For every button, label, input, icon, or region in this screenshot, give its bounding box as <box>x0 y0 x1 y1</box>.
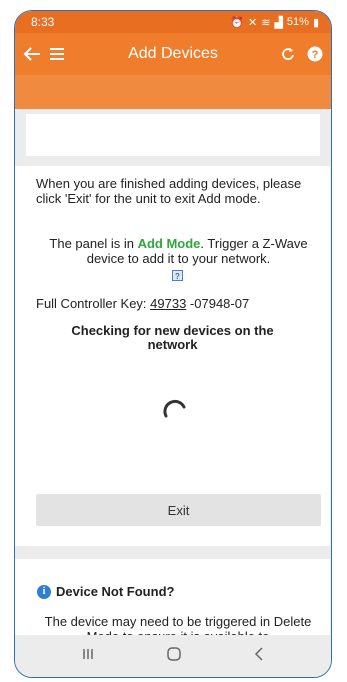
battery-icon: ▮ <box>312 16 319 29</box>
panel-mode-message: The panel is in Add Mode. Trigger a Z-Wa… <box>36 236 321 266</box>
status-time: 8:33 <box>31 15 55 29</box>
status-icons: ⏰ ✕ ≋ ▟ 51% ▮ <box>230 16 319 29</box>
android-nav-bar <box>15 635 331 677</box>
page-title: Add Devices <box>128 45 218 62</box>
refresh-icon[interactable] <box>281 47 295 61</box>
controller-key-line: Full Controller Key: 49733 -07948-07 <box>36 296 249 311</box>
app-bar: Add Devices ? <box>15 33 331 75</box>
controller-key-label: Full Controller Key: <box>36 296 151 311</box>
loading-spinner-icon <box>161 396 189 424</box>
signal-icon: ▟ <box>274 16 283 29</box>
hamburger-menu-icon[interactable] <box>49 47 65 61</box>
help-icon[interactable]: ? <box>307 46 323 62</box>
add-mode-instructions: When you are finished adding devices, pl… <box>36 176 302 206</box>
wifi-icon: ≋ <box>261 16 271 29</box>
mute-icon: ✕ <box>248 16 258 29</box>
checking-status-text: Checking for new devices on the network <box>71 323 274 352</box>
info-icon: i <box>37 584 51 599</box>
orange-sub-bar <box>15 75 331 109</box>
controller-key-part2: -07948-07 <box>186 296 250 311</box>
device-not-found-title: Device Not Found? <box>56 584 175 599</box>
panel-mode-prefix: The panel is in <box>49 236 138 251</box>
phone-frame: 8:33 ⏰ ✕ ≋ ▟ 51% ▮ Add Devices ? When yo… <box>14 10 332 678</box>
status-bar: 8:33 ⏰ ✕ ≋ ▟ 51% ▮ <box>15 11 331 33</box>
device-not-found-heading: i Device Not Found? <box>37 584 174 599</box>
recent-apps-icon[interactable] <box>81 647 95 666</box>
controller-key-part1: 49733 <box>150 296 187 311</box>
add-mode-label: Add Mode <box>137 236 201 251</box>
add-mode-card: When you are finished adding devices, pl… <box>15 166 330 546</box>
exit-button[interactable]: Exit <box>36 494 321 526</box>
blank-card <box>26 114 320 156</box>
alarm-icon: ⏰ <box>230 16 244 29</box>
back-arrow-icon[interactable] <box>23 46 41 62</box>
svg-text:?: ? <box>312 49 319 61</box>
back-icon[interactable] <box>253 646 265 666</box>
home-icon[interactable] <box>166 646 182 667</box>
battery-percent: 51% <box>286 16 309 28</box>
help-mini-icon[interactable]: ? <box>172 270 183 281</box>
